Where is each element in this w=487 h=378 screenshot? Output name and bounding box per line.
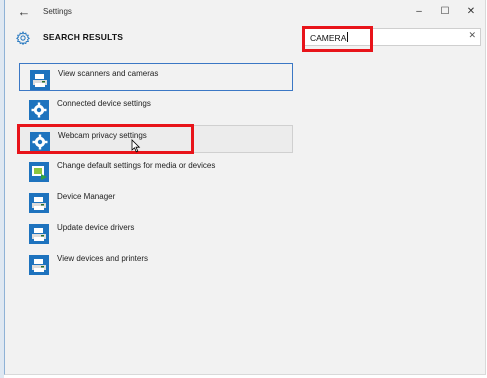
- window-title: Settings: [43, 7, 72, 16]
- result-connected-device-settings[interactable]: Connected device settings: [19, 94, 293, 122]
- settings-window: ← Settings – ☐ ✕ SEARCH RESULTS CAMERA ✕…: [4, 0, 486, 375]
- result-view-devices-and-printers[interactable]: View devices and printers: [19, 249, 293, 277]
- settings-gear-icon: [29, 100, 49, 120]
- page-title: SEARCH RESULTS: [43, 32, 124, 42]
- mouse-cursor-icon: [131, 139, 141, 153]
- scanner-printer-icon: [29, 255, 49, 275]
- scanner-printer-icon: [29, 193, 49, 213]
- result-view-scanners-and-cameras[interactable]: View scanners and cameras: [19, 63, 293, 91]
- gear-icon: [16, 31, 30, 45]
- result-label: View scanners and cameras: [58, 69, 159, 78]
- result-label: Connected device settings: [57, 99, 151, 108]
- result-highlight-box: [17, 124, 194, 154]
- back-button[interactable]: ←: [15, 3, 33, 21]
- result-device-manager[interactable]: Device Manager: [19, 187, 293, 215]
- result-label: View devices and printers: [57, 254, 149, 263]
- autoplay-icon: [29, 162, 49, 182]
- close-button[interactable]: ✕: [459, 4, 483, 20]
- scanner-printer-icon: [30, 70, 50, 90]
- minimize-button[interactable]: –: [407, 4, 431, 20]
- maximize-button[interactable]: ☐: [433, 4, 457, 20]
- result-change-default-settings[interactable]: Change default settings for media or dev…: [19, 156, 293, 184]
- search-highlight-box: [302, 26, 373, 52]
- title-bar: ← Settings – ☐ ✕: [5, 0, 485, 26]
- result-update-device-drivers[interactable]: Update device drivers: [19, 218, 293, 246]
- scanner-printer-icon: [29, 224, 49, 244]
- result-label: Device Manager: [57, 192, 116, 201]
- result-label: Change default settings for media or dev…: [57, 161, 216, 170]
- back-arrow-icon: ←: [17, 4, 31, 19]
- close-icon[interactable]: ✕: [468, 30, 476, 41]
- result-label: Update device drivers: [57, 223, 135, 232]
